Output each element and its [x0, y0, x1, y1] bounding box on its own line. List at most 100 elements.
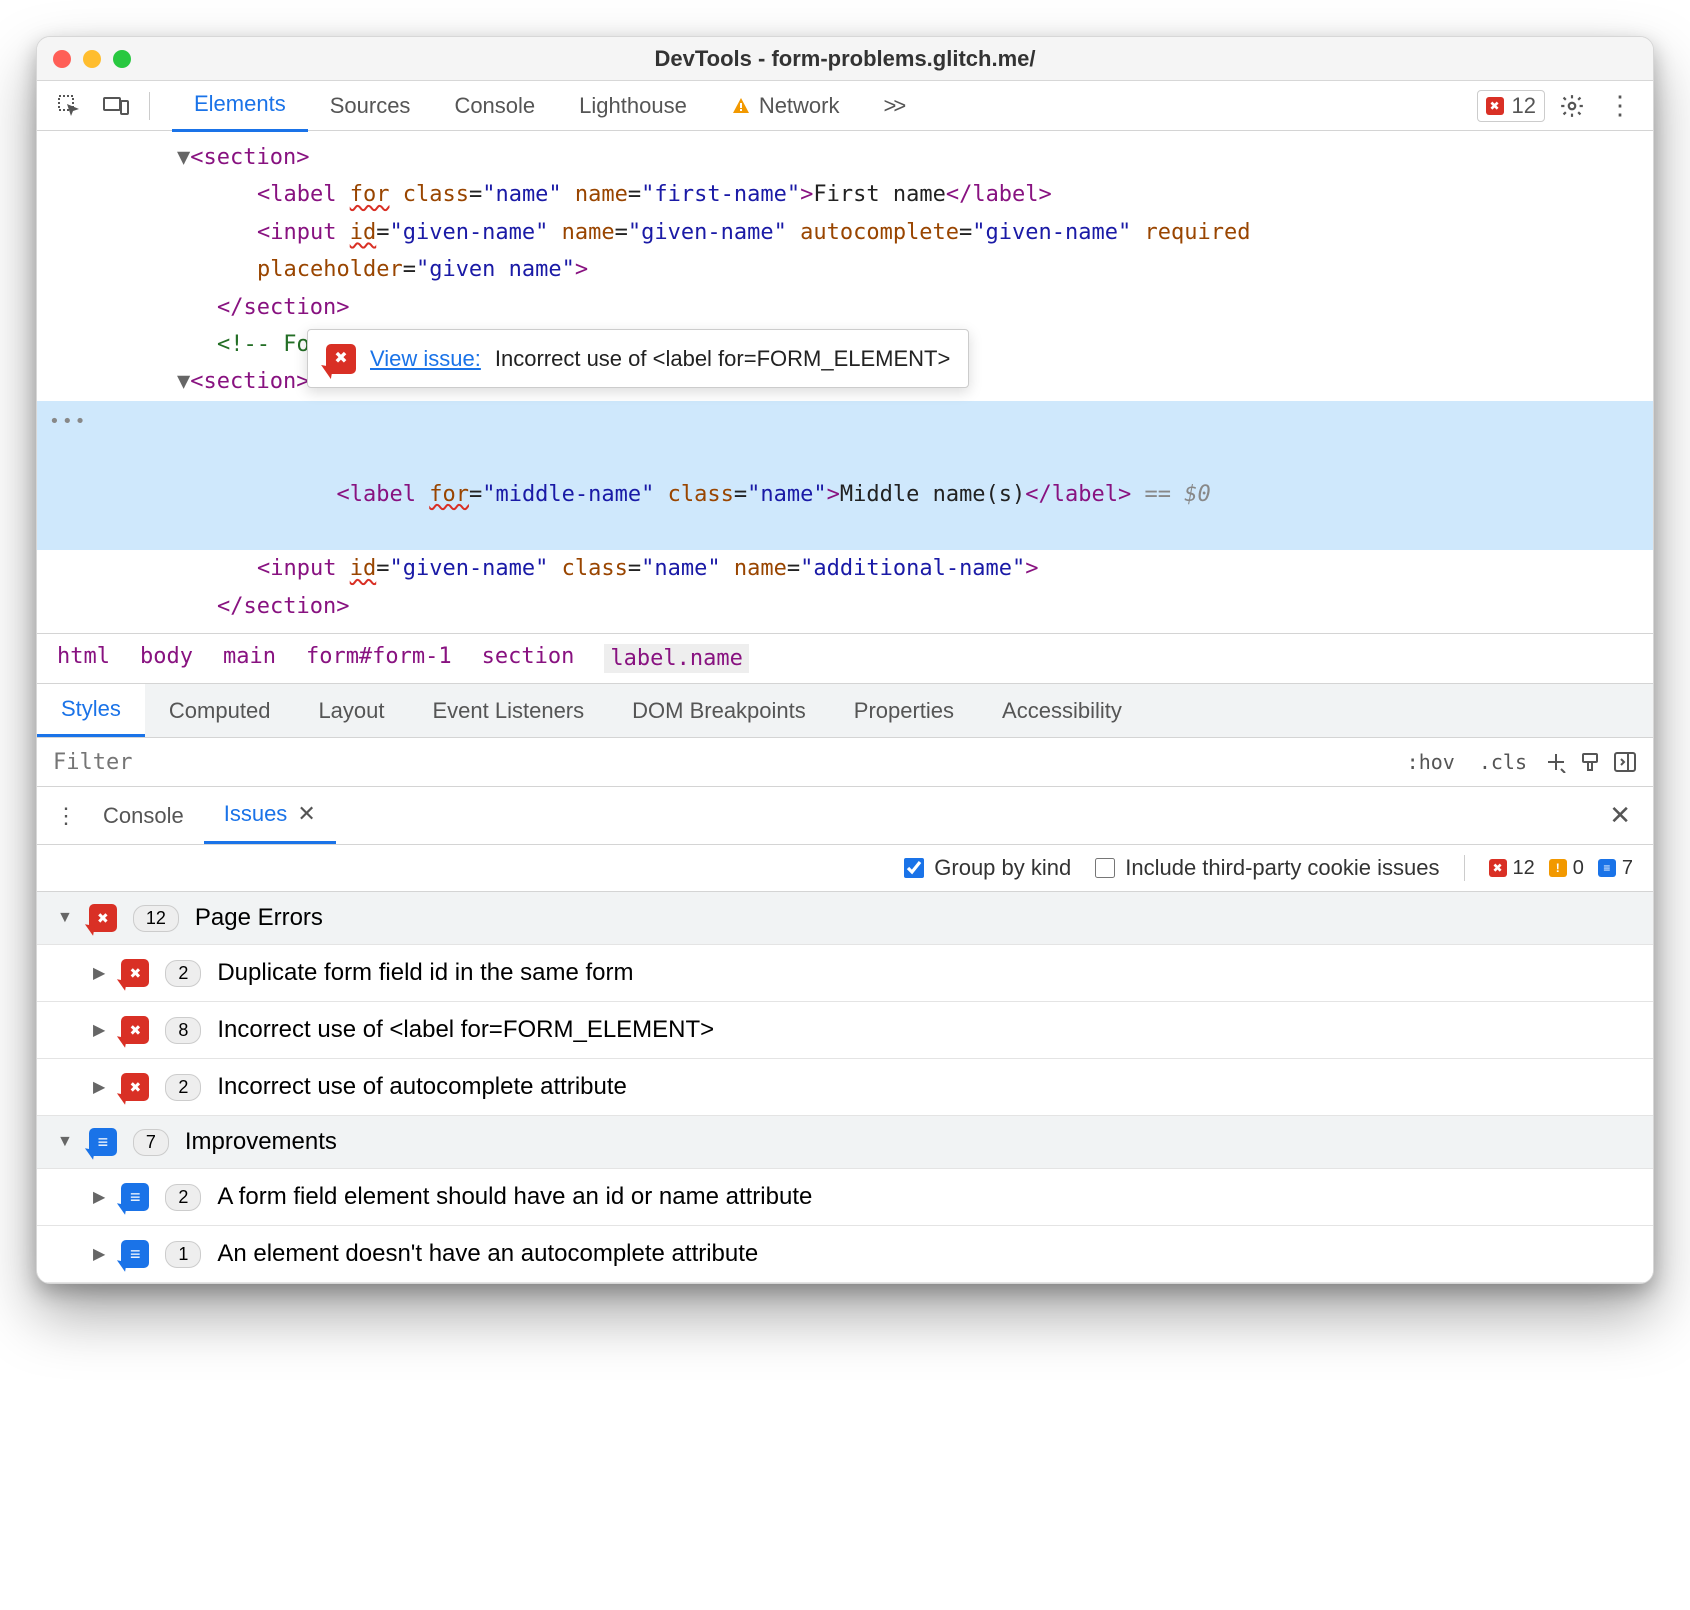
drawer-tab-issues[interactable]: Issues ✕	[204, 787, 336, 844]
warning-icon	[1549, 859, 1567, 877]
tab-network[interactable]: Network	[709, 81, 862, 131]
chevron-right-icon: ▶	[93, 963, 105, 983]
tab-elements[interactable]: Elements	[172, 79, 308, 132]
styles-filter-input[interactable]	[53, 750, 1389, 775]
info-chip-icon	[121, 1240, 149, 1268]
issue-title: Incorrect use of <label for=FORM_ELEMENT…	[217, 1016, 714, 1044]
error-count: 12	[1512, 93, 1536, 119]
divider	[1464, 855, 1465, 881]
chevron-down-icon: ▼	[57, 909, 73, 927]
dom-breadcrumb: html body main form#form-1 section label…	[37, 633, 1653, 683]
group-header[interactable]: ▼ 12 Page Errors	[37, 892, 1653, 944]
checkbox[interactable]	[1095, 858, 1115, 878]
paint-brush-icon[interactable]	[1579, 751, 1601, 773]
devtools-window: DevTools - form-problems.glitch.me/ Elem…	[36, 36, 1654, 1284]
toggle-sidebar-icon[interactable]	[1613, 751, 1637, 773]
gutter-actions-icon[interactable]: •••	[49, 407, 88, 438]
panel-tabs: Elements Sources Console Lighthouse Netw…	[172, 79, 925, 132]
info-chip-icon	[121, 1183, 149, 1211]
issue-count: 8	[165, 1017, 201, 1044]
kebab-menu-icon[interactable]: ⋮	[1599, 84, 1641, 127]
dom-tree[interactable]: ▼<section> <label for class="name" name=…	[37, 131, 1653, 633]
attr-error: id	[350, 556, 377, 581]
new-style-rule-icon[interactable]	[1545, 751, 1567, 773]
dom-node[interactable]: </section>	[37, 289, 1653, 326]
window-title: DevTools - form-problems.glitch.me/	[37, 46, 1653, 72]
tabs-overflow-button[interactable]: >>	[862, 81, 926, 131]
tab-console[interactable]: Console	[432, 81, 557, 131]
titlebar: DevTools - form-problems.glitch.me/	[37, 37, 1653, 81]
issue-tooltip: View issue: Incorrect use of <label for=…	[307, 329, 969, 388]
dom-node[interactable]: placeholder="given name">	[37, 251, 1653, 288]
group-count: 12	[133, 905, 179, 932]
error-chip-icon	[89, 904, 117, 932]
info-total: 7	[1622, 857, 1633, 880]
issue-item[interactable]: ▶ 1 An element doesn't have an autocompl…	[37, 1225, 1653, 1282]
breadcrumb-item[interactable]: section	[482, 644, 575, 673]
breadcrumb-item[interactable]: main	[223, 644, 276, 673]
drawer-close-icon[interactable]: ✕	[1599, 790, 1641, 841]
subtab-properties[interactable]: Properties	[830, 686, 978, 736]
breadcrumb-item[interactable]: html	[57, 644, 110, 673]
subtab-dom-breakpoints[interactable]: DOM Breakpoints	[608, 686, 830, 736]
styles-tabs: Styles Computed Layout Event Listeners D…	[37, 683, 1653, 738]
device-toggle-icon[interactable]	[95, 90, 137, 122]
info-chip-icon	[89, 1128, 117, 1156]
drawer-tab-console[interactable]: Console	[83, 789, 204, 843]
cls-toggle[interactable]: .cls	[1473, 746, 1533, 778]
issue-item[interactable]: ▶ 2 Duplicate form field id in the same …	[37, 944, 1653, 1001]
tab-lighthouse[interactable]: Lighthouse	[557, 81, 709, 131]
view-issue-link[interactable]: View issue:	[370, 340, 481, 377]
error-icon	[1489, 859, 1507, 877]
group-header[interactable]: ▼ 7 Improvements	[37, 1116, 1653, 1168]
issue-item[interactable]: ▶ 2 Incorrect use of autocomplete attrib…	[37, 1058, 1653, 1115]
styles-filter-row: :hov .cls	[37, 738, 1653, 787]
issue-title: A form field element should have an id o…	[217, 1183, 812, 1211]
issue-item[interactable]: ▶ 8 Incorrect use of <label for=FORM_ELE…	[37, 1001, 1653, 1058]
issue-count-button[interactable]: 12	[1477, 90, 1545, 122]
issue-count: 1	[165, 1241, 201, 1268]
chevron-right-icon: ▶	[93, 1244, 105, 1264]
tab-sources[interactable]: Sources	[308, 81, 433, 131]
drawer-kebab-icon[interactable]: ⋮	[49, 793, 83, 839]
dom-node[interactable]: ▼<section>	[37, 139, 1653, 176]
error-total: 12	[1513, 857, 1535, 880]
issue-count: 2	[165, 1074, 201, 1101]
checkbox[interactable]	[904, 858, 924, 878]
dom-node[interactable]: <input id="given-name" class="name" name…	[37, 550, 1653, 587]
issue-item[interactable]: ▶ 2 A form field element should have an …	[37, 1168, 1653, 1225]
attr-error: for	[350, 182, 390, 207]
console-reference: == $0	[1131, 482, 1210, 507]
close-tab-icon[interactable]: ✕	[297, 801, 315, 827]
inspect-element-icon[interactable]	[49, 88, 89, 124]
issue-count: 2	[165, 1184, 201, 1211]
breadcrumb-item[interactable]: body	[140, 644, 193, 673]
dom-node[interactable]: <label for class="name" name="first-name…	[37, 176, 1653, 213]
attr-error: for	[429, 482, 469, 507]
issue-title: Duplicate form field id in the same form	[217, 959, 633, 987]
error-chip-icon	[121, 1073, 149, 1101]
group-by-kind-checkbox[interactable]: Group by kind	[904, 855, 1071, 881]
issue-count: 2	[165, 960, 201, 987]
tooltip-message: Incorrect use of <label for=FORM_ELEMENT…	[495, 340, 950, 377]
subtab-layout[interactable]: Layout	[294, 686, 408, 736]
chevron-right-icon: ▶	[93, 1077, 105, 1097]
main-toolbar: Elements Sources Console Lighthouse Netw…	[37, 81, 1653, 131]
divider	[149, 92, 150, 120]
issues-options: Group by kind Include third-party cookie…	[37, 845, 1653, 892]
hov-toggle[interactable]: :hov	[1401, 746, 1461, 778]
breadcrumb-item[interactable]: form#form-1	[306, 644, 452, 673]
subtab-accessibility[interactable]: Accessibility	[978, 686, 1146, 736]
breadcrumb-item-active[interactable]: label.name	[604, 644, 748, 673]
subtab-computed[interactable]: Computed	[145, 686, 295, 736]
dom-node[interactable]: </section>	[37, 588, 1653, 625]
subtab-event-listeners[interactable]: Event Listeners	[409, 686, 609, 736]
third-party-checkbox[interactable]: Include third-party cookie issues	[1095, 855, 1439, 881]
group-count: 7	[133, 1129, 169, 1156]
dom-node-selected[interactable]: ••• <label for="middle-name" class="name…	[37, 401, 1653, 551]
chevron-right-icon: ▶	[93, 1187, 105, 1207]
subtab-styles[interactable]: Styles	[37, 684, 145, 737]
settings-gear-icon[interactable]	[1551, 87, 1593, 125]
error-chip-icon	[326, 344, 356, 374]
dom-node[interactable]: <input id="given-name" name="given-name"…	[37, 214, 1653, 251]
